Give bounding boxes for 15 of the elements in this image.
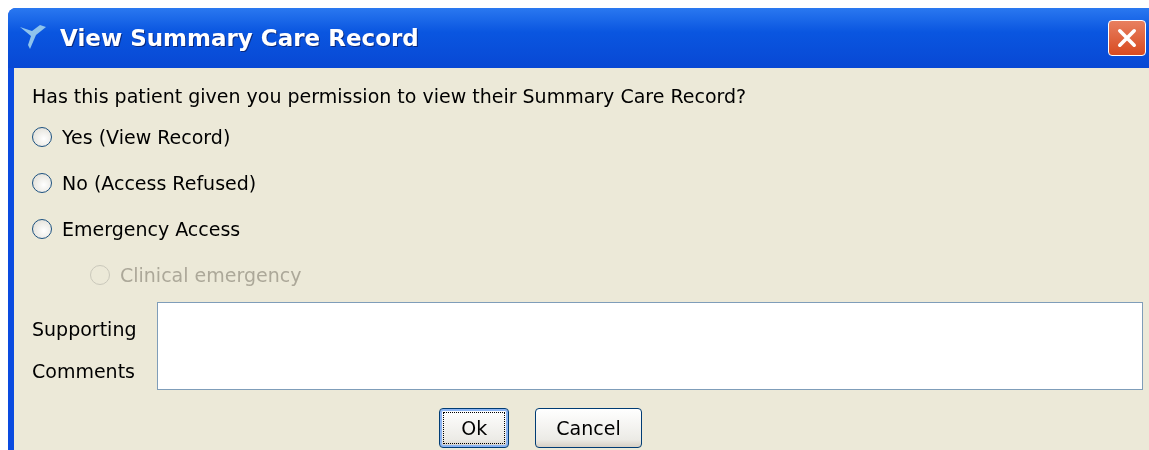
window-title: View Summary Care Record bbox=[60, 25, 420, 51]
close-icon bbox=[1115, 26, 1139, 50]
radio-button[interactable] bbox=[32, 173, 52, 193]
dialog-button[interactable]: Ok bbox=[439, 408, 510, 448]
close-button[interactable] bbox=[1108, 20, 1146, 56]
comments-field[interactable] bbox=[157, 302, 1143, 390]
field-label: Comments bbox=[32, 359, 136, 384]
radio-label[interactable]: No (Access Refused) bbox=[62, 172, 257, 194]
question-text: Has this patient given you permission to view their Summary Care Record? bbox=[32, 84, 748, 109]
radio-button[interactable] bbox=[32, 219, 52, 239]
field-label: Supporting bbox=[32, 317, 138, 342]
radio-label[interactable]: Emergency Access bbox=[62, 218, 241, 240]
radio-label[interactable]: Yes (View Record) bbox=[62, 126, 231, 148]
radio-button[interactable] bbox=[32, 127, 52, 147]
dialog-button[interactable]: Cancel bbox=[535, 408, 642, 448]
